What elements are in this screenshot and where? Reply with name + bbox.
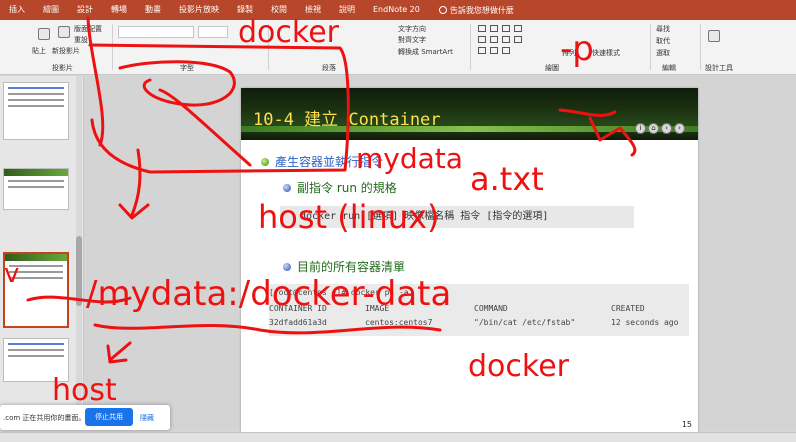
text-direction-button[interactable]: 文字方向 [398, 24, 426, 34]
bullet-run-spec: 副指令 run 的規格 [297, 181, 397, 195]
terminal-header: CREATED [611, 304, 645, 313]
bullet-icon [283, 263, 291, 271]
designer-icon[interactable] [708, 30, 720, 42]
terminal-cell: centos:centos7 [365, 318, 433, 327]
shape-icon[interactable] [502, 36, 510, 43]
font-group-label: 字型 [180, 64, 194, 72]
bullet-icon [283, 184, 291, 192]
font-size-box[interactable] [198, 26, 228, 38]
terminal-header: CONTAINER ID [269, 304, 327, 313]
bullet-container-list: 目前的所有容器清單 [297, 260, 406, 274]
terminal-cell: 12 seconds ago [611, 318, 679, 327]
designer-group-label: 設計工具 [705, 64, 733, 72]
select-button[interactable]: 選取 [656, 48, 670, 58]
ribbon: 貼上 新投影片 版面配置 重設 投影片 字型 段落 文字方向 對齊文字 轉換成 … [0, 20, 796, 75]
tab-endnote[interactable]: EndNote 20 [364, 0, 429, 20]
smartart-button[interactable]: 轉換成 SmartArt [398, 47, 453, 57]
shape-icon[interactable] [490, 25, 498, 32]
share-status-text: .com 正在共用你的畫面。 [3, 414, 86, 422]
new-slide-button[interactable]: 新投影片 [52, 46, 80, 56]
shape-icon[interactable] [490, 47, 498, 54]
bullet-icon [261, 158, 269, 166]
thumbnail-scrollbar[interactable] [76, 76, 82, 430]
tab-design[interactable]: 設計 [68, 0, 102, 20]
drawing-group-label: 繪圖 [545, 64, 559, 72]
terminal-header: IMAGE [365, 304, 390, 313]
shape-icon[interactable] [514, 36, 522, 43]
ribbon-tab-bar: 插入 繪圖 設計 轉場 動畫 投影片放映 錄製 校閱 檢視 說明 EndNote… [0, 0, 796, 20]
slide-thumbnail[interactable] [3, 168, 69, 210]
shape-icon[interactable] [478, 36, 486, 43]
layout-button[interactable]: 版面配置 [74, 24, 102, 34]
paste-icon[interactable] [38, 28, 50, 40]
status-bar [0, 432, 796, 442]
new-slide-icon[interactable] [58, 26, 70, 38]
tab-view[interactable]: 檢視 [296, 0, 330, 20]
tab-insert[interactable]: 插入 [0, 0, 34, 20]
tab-slideshow[interactable]: 投影片放映 [170, 0, 228, 20]
bullet-create-container: 產生容器並執行指令 [275, 155, 384, 169]
terminal-output: [root@centos ~]# docker ps -a CONTAINER … [269, 284, 689, 336]
slide-title: 10-4 建立 Container [253, 110, 441, 130]
terminal-prompt: [root@centos ~]# docker ps -a [269, 288, 409, 297]
shape-icon[interactable] [514, 25, 522, 32]
slide-canvas[interactable]: 10-4 建立 Container i ⌂ ‹ › 產生容器並執行指令 副指令 … [241, 88, 698, 433]
run-syntax: docker run [選項] 映像檔名稱 指令 [指令的選項] [280, 206, 634, 228]
shape-icon[interactable] [478, 25, 486, 32]
nav-forward-icon[interactable]: › [674, 123, 685, 134]
terminal-cell: "/bin/cat /etc/fstab" [474, 318, 576, 327]
separator [470, 24, 471, 70]
slides-group-label: 投影片 [52, 64, 73, 72]
shape-icon[interactable] [478, 47, 486, 54]
stop-sharing-button[interactable]: 停止共用 [85, 408, 133, 426]
separator [112, 24, 113, 70]
slide-page-number: 15 [681, 420, 692, 429]
separator [650, 24, 651, 70]
nav-home-icon[interactable]: ⌂ [648, 123, 659, 134]
tab-transitions[interactable]: 轉場 [102, 0, 136, 20]
align-text-button[interactable]: 對齊文字 [398, 35, 426, 45]
tell-me-search[interactable]: 告訴我您想做什麼 [438, 5, 514, 16]
paste-button[interactable]: 貼上 [32, 46, 46, 56]
tab-draw[interactable]: 繪圖 [34, 0, 68, 20]
separator [268, 24, 269, 70]
paragraph-group-label: 段落 [322, 64, 336, 72]
font-family-box[interactable] [118, 26, 194, 38]
find-button[interactable]: 尋找 [656, 24, 670, 34]
slide-thumbnail-active[interactable] [3, 252, 69, 328]
tab-animations[interactable]: 動畫 [136, 0, 170, 20]
shape-icon[interactable] [490, 36, 498, 43]
nav-info-icon[interactable]: i [635, 123, 646, 134]
editing-group-label: 編輯 [662, 64, 676, 72]
slide-thumbnail[interactable] [3, 338, 69, 382]
arrange-button[interactable]: 排列 [562, 48, 576, 58]
separator [700, 24, 701, 70]
reset-button[interactable]: 重設 [74, 35, 88, 45]
shape-icon[interactable] [502, 47, 510, 54]
tab-review[interactable]: 校閱 [262, 0, 296, 20]
lightbulb-icon [438, 6, 447, 14]
hide-share-bar-link[interactable]: 隱藏 [140, 413, 154, 423]
tab-record[interactable]: 錄製 [228, 0, 262, 20]
quick-styles-button[interactable]: 快速樣式 [592, 48, 620, 58]
tab-help[interactable]: 說明 [330, 0, 364, 20]
screen-share-bar: .com 正在共用你的畫面。 停止共用 隱藏 [0, 405, 170, 430]
terminal-cell: 32dfadd61a3d [269, 318, 327, 327]
slide-thumbnail[interactable] [3, 82, 69, 140]
terminal-header: COMMAND [474, 304, 508, 313]
scrollbar-handle[interactable] [76, 236, 82, 306]
nav-back-icon[interactable]: ‹ [661, 123, 672, 134]
tell-me-label: 告訴我您想做什麼 [449, 5, 514, 15]
slide-thumbnail-pane [0, 76, 84, 430]
shape-icon[interactable] [502, 25, 510, 32]
replace-button[interactable]: 取代 [656, 36, 670, 46]
